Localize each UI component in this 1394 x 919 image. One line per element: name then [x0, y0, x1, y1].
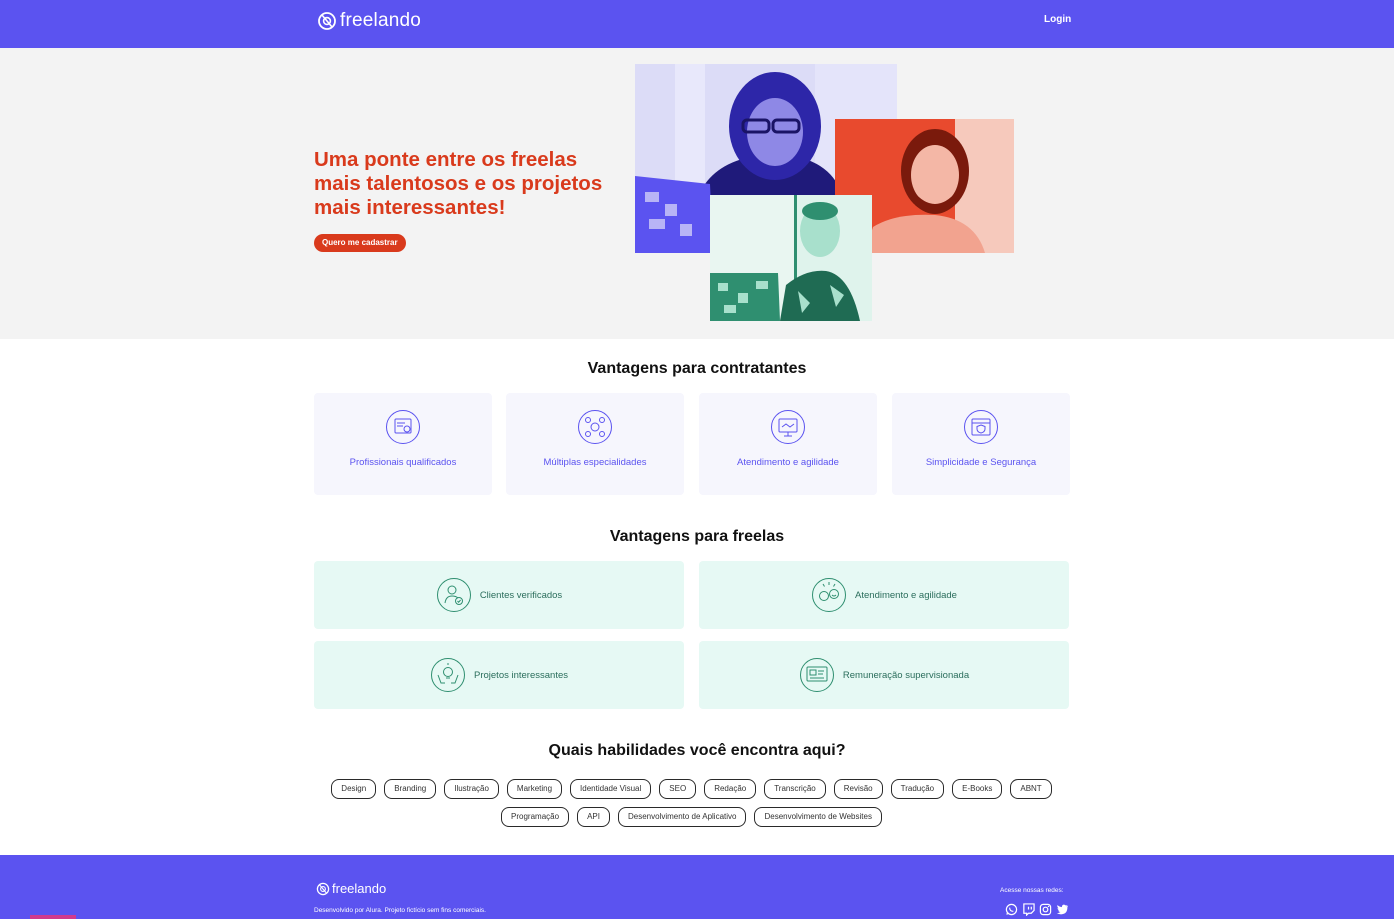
card-label: Atendimento e agilidade: [855, 589, 957, 601]
skill-tag[interactable]: Ilustração: [444, 779, 499, 799]
instagram-icon[interactable]: [1039, 903, 1052, 916]
skill-tag[interactable]: Marketing: [506, 779, 563, 799]
footer-brand-logo[interactable]: freelando: [316, 881, 386, 896]
skill-tag[interactable]: Design: [331, 779, 377, 799]
card-atendimento-agilidade[interactable]: Atendimento e agilidade: [699, 393, 877, 495]
twitter-icon[interactable]: [1056, 903, 1069, 916]
signup-button[interactable]: Quero me cadastrar: [314, 234, 406, 252]
top-navbar: freelando Login: [0, 0, 1394, 48]
social-links: [1005, 903, 1069, 916]
verified-user-icon: [436, 578, 471, 612]
skill-tag[interactable]: Revisão: [833, 779, 883, 799]
skill-tag[interactable]: Identidade Visual: [570, 779, 652, 799]
skill-tag[interactable]: Tradução: [890, 779, 945, 799]
card-label: Clientes verificados: [479, 589, 563, 601]
idea-hands-icon: [431, 658, 465, 692]
hero-title: Uma ponte entre os freelas mais talentos…: [314, 148, 603, 219]
skill-tag[interactable]: Redação: [704, 779, 757, 799]
twitch-icon[interactable]: [1022, 903, 1035, 916]
card-remuneracao-supervisionada[interactable]: Remuneração supervisionada: [699, 641, 1069, 709]
hero-section: Uma ponte entre os freelas mais talentos…: [0, 48, 1394, 339]
certificate-icon: [386, 410, 420, 444]
whatsapp-icon[interactable]: [1005, 903, 1018, 916]
skills-tag-list: Design Branding Ilustração Marketing Ide…: [314, 779, 1069, 827]
skill-tag[interactable]: Programação: [501, 807, 570, 827]
card-label: Simplicidade e Segurança: [925, 457, 1037, 468]
freelas-title: Vantagens para freelas: [609, 528, 785, 545]
skill-tag[interactable]: Branding: [384, 779, 437, 799]
network-icon: [578, 410, 612, 444]
happy-faces-icon: [812, 578, 847, 612]
freelando-logo-icon: [318, 12, 336, 30]
freelando-logo-icon: [316, 882, 330, 895]
skill-tag[interactable]: Transcrição: [764, 779, 826, 799]
skill-tag[interactable]: SEO: [659, 779, 697, 799]
card-profissionais-qualificados[interactable]: Profissionais qualificados: [314, 393, 492, 495]
skill-tag[interactable]: Desenvolvimento de Websites: [754, 807, 882, 827]
hero-photo-green: [710, 195, 872, 321]
card-label: Projetos interessantes: [474, 669, 568, 681]
card-simplicidade-seguranca[interactable]: Simplicidade e Segurança: [892, 393, 1070, 495]
card-multiplas-especialidades[interactable]: Múltiplas especialidades: [506, 393, 684, 495]
card-label: Profissionais qualificados: [349, 457, 457, 468]
skill-tag[interactable]: Desenvolvimento de Aplicativo: [617, 807, 747, 827]
payment-screen-icon: [799, 658, 834, 692]
card-atendimento-agilidade-freela[interactable]: Atendimento e agilidade: [699, 561, 1069, 629]
card-clientes-verificados[interactable]: Clientes verificados: [314, 561, 684, 629]
contratantes-title: Vantagens para contratantes: [587, 360, 807, 377]
brand-name: freelando: [340, 10, 422, 31]
card-label: Atendimento e agilidade: [737, 457, 839, 468]
skill-tag[interactable]: API: [577, 807, 610, 827]
corner-tab: [30, 915, 76, 919]
brand-logo[interactable]: freelando: [317, 10, 421, 32]
skill-tag[interactable]: E-Books: [952, 779, 1003, 799]
card-projetos-interessantes[interactable]: Projetos interessantes: [314, 641, 684, 709]
skill-tag[interactable]: ABNT: [1010, 779, 1052, 799]
social-title: Acesse nossas redes:: [1000, 887, 1064, 894]
card-label: Remuneração supervisionada: [842, 669, 970, 681]
skills-title: Quais habilidades você encontra aqui?: [548, 742, 846, 759]
handshake-icon: [771, 410, 805, 444]
footer-note: Desenvolvido por Alura. Projeto fictício…: [314, 907, 486, 914]
login-link[interactable]: Login: [1044, 14, 1071, 25]
footer: freelando Desenvolvido por Alura. Projet…: [0, 855, 1394, 919]
secure-browser-icon: [964, 410, 998, 444]
card-label: Múltiplas especialidades: [543, 457, 647, 468]
footer-brand-name: freelando: [332, 881, 387, 896]
